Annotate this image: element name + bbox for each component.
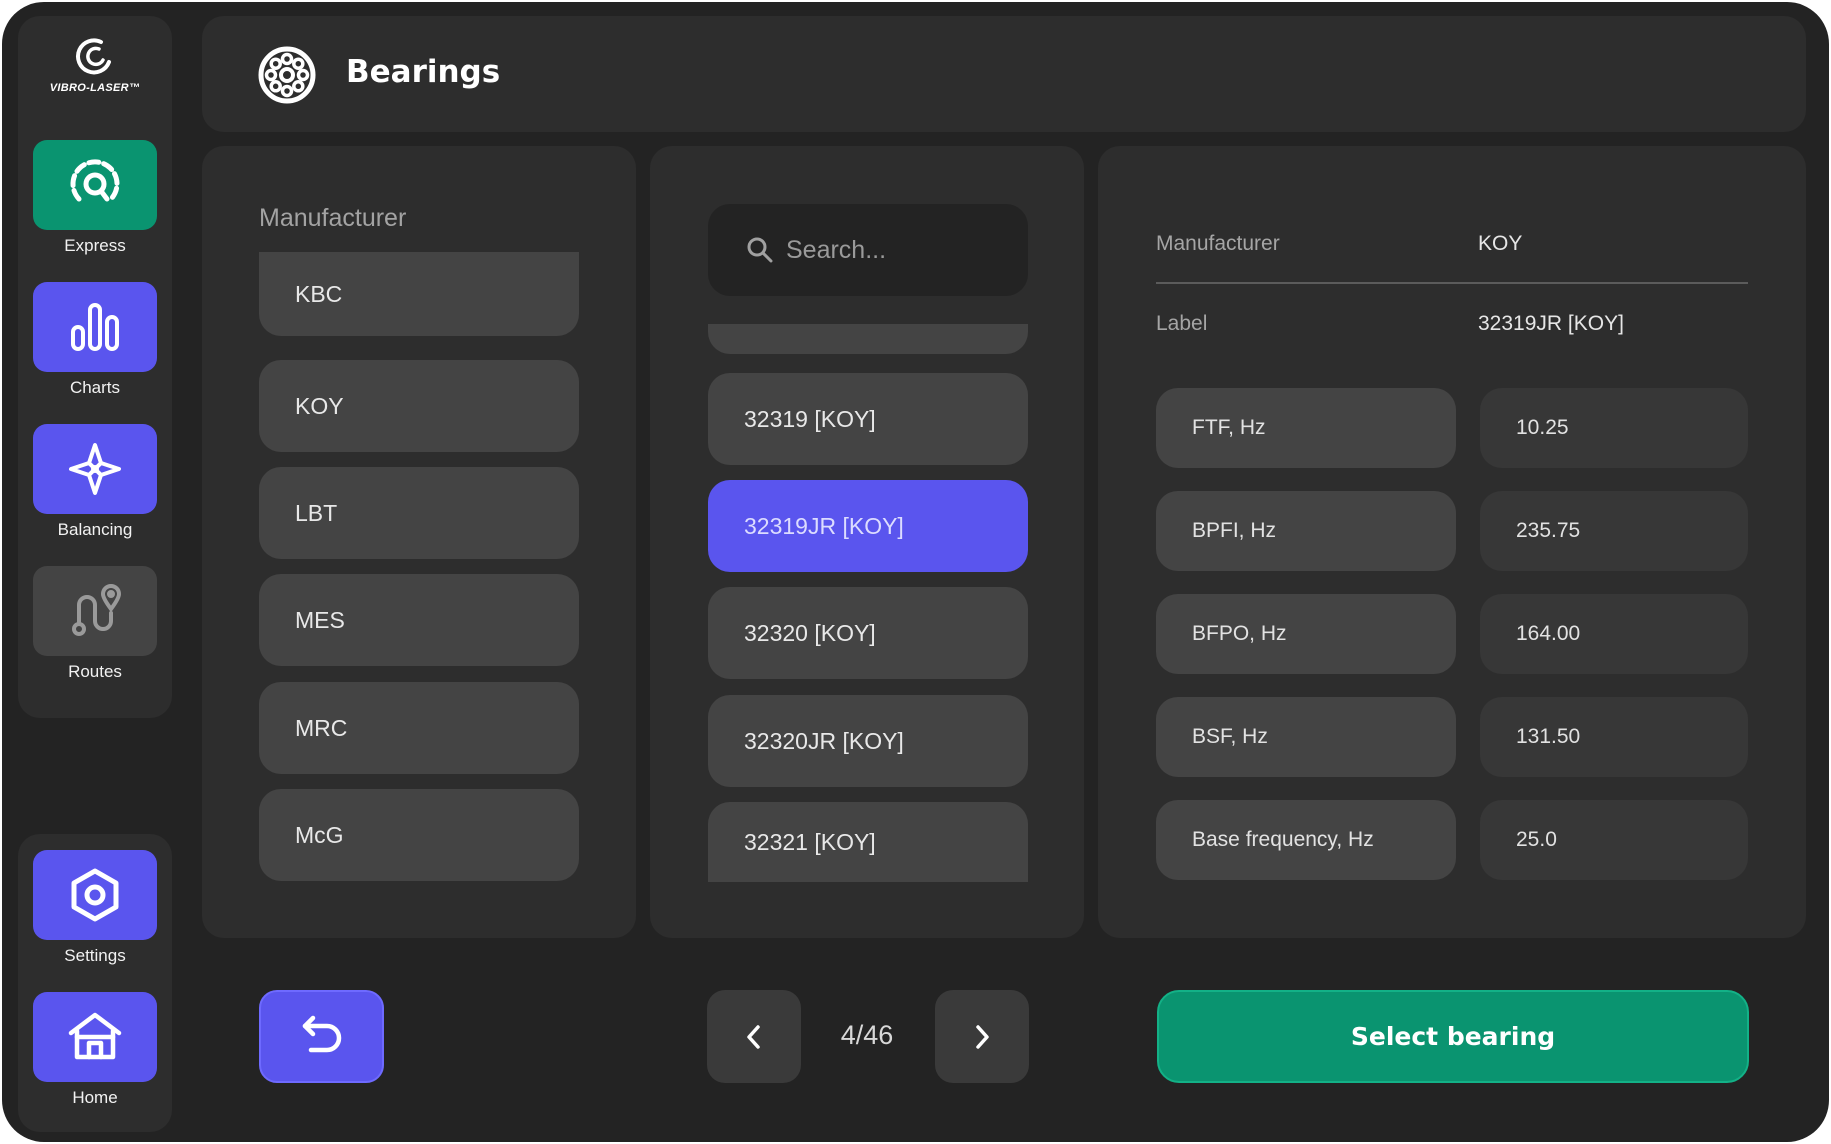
routes-button[interactable] <box>33 566 157 656</box>
param-bfpo-value: 164.00 <box>1480 594 1748 674</box>
bearing-list-panel: 32319 [KOY] 32319JR [KOY] 32320 [KOY] 32… <box>650 146 1084 938</box>
charts-button[interactable] <box>33 282 157 372</box>
nav-express[interactable]: Express <box>18 140 172 256</box>
nav-label: Routes <box>68 662 122 681</box>
divider <box>1156 282 1748 284</box>
gauge-search-icon <box>70 159 120 202</box>
balancing-icon <box>69 443 121 495</box>
bearing-item[interactable]: 32321 [KOY] <box>708 802 1028 882</box>
app-window: VIBRO-LASER™ Express Charts Balancing Ro… <box>2 2 1829 1142</box>
manufacturer-item-lbt[interactable]: LBT <box>259 467 579 559</box>
manufacturer-label: Manufacturer <box>1156 232 1280 255</box>
param-ftf-label: FTF, Hz <box>1156 388 1456 468</box>
manufacturer-heading: Manufacturer <box>259 204 407 232</box>
chevron-left-icon <box>747 1024 760 1049</box>
route-icon <box>72 584 122 636</box>
nav-label: Balancing <box>57 520 133 539</box>
brand-name: VIBRO-LASER™ <box>49 82 141 94</box>
page-header: Bearings <box>202 16 1806 132</box>
manufacturer-panel: Manufacturer KBC KOY LBT MES MRC McG <box>202 146 636 938</box>
chevron-right-icon <box>976 1024 989 1049</box>
search-input[interactable] <box>786 235 1006 265</box>
express-button[interactable] <box>33 140 157 230</box>
settings-hex-icon <box>71 868 119 922</box>
search-box[interactable] <box>708 204 1028 296</box>
param-bsf-label: BSF, Hz <box>1156 697 1456 777</box>
sidebar-main: VIBRO-LASER™ Express Charts Balancing Ro… <box>18 16 172 718</box>
select-bearing-button[interactable]: Select bearing <box>1157 990 1749 1083</box>
bearing-item[interactable]: 32319 [KOY] <box>708 373 1028 465</box>
home-button[interactable] <box>33 992 157 1082</box>
list-item-partial[interactable] <box>708 324 1028 354</box>
nav-home[interactable]: Home <box>18 992 172 1108</box>
brand-logo: VIBRO-LASER™ <box>18 36 172 126</box>
param-bpfi-value: 235.75 <box>1480 491 1748 571</box>
next-page-button[interactable] <box>935 990 1029 1083</box>
bar-chart-icon <box>71 303 119 351</box>
param-base-frequency-value: 25.0 <box>1480 800 1748 880</box>
param-base-frequency-label: Base frequency, Hz <box>1156 800 1456 880</box>
bearing-item-selected[interactable]: 32319JR [KOY] <box>708 480 1028 572</box>
manufacturer-item-mcg[interactable]: McG <box>259 789 579 881</box>
sidebar-bottom: Settings Home <box>18 834 172 1132</box>
label-value: 32319JR [KOY] <box>1478 312 1624 335</box>
param-bpfi-label: BPFI, Hz <box>1156 491 1456 571</box>
undo-arrow-icon <box>302 1015 341 1052</box>
balancing-button[interactable] <box>33 424 157 514</box>
details-panel: Manufacturer KOY Label 32319JR [KOY] FTF… <box>1098 146 1806 938</box>
label-label: Label <box>1156 312 1208 335</box>
home-icon <box>68 1012 122 1060</box>
param-bfpo-label: BFPO, Hz <box>1156 594 1456 674</box>
param-ftf-value: 10.25 <box>1480 388 1748 468</box>
nav-label: Express <box>64 236 126 255</box>
manufacturer-value: KOY <box>1478 232 1523 255</box>
bearing-item[interactable]: 32320JR [KOY] <box>708 695 1028 787</box>
manufacturer-item-mes[interactable]: MES <box>259 574 579 666</box>
manufacturer-item-kbc[interactable]: KBC <box>259 252 579 336</box>
nav-label: Home <box>72 1088 118 1107</box>
nav-routes[interactable]: Routes <box>18 566 172 682</box>
nav-balancing[interactable]: Balancing <box>18 424 172 540</box>
back-button[interactable] <box>259 990 384 1083</box>
vibro-laser-logo-icon <box>76 38 111 75</box>
page-indicator: 4/46 <box>840 1020 894 1050</box>
nav-charts[interactable]: Charts <box>18 282 172 398</box>
nav-label: Settings <box>64 946 126 965</box>
page-title: Bearings <box>346 54 501 90</box>
bearing-icon <box>258 46 316 104</box>
settings-button[interactable] <box>33 850 157 940</box>
nav-label: Charts <box>69 378 121 397</box>
bearing-item[interactable]: 32320 [KOY] <box>708 587 1028 679</box>
param-bsf-value: 131.50 <box>1480 697 1748 777</box>
search-icon <box>747 237 773 263</box>
manufacturer-item-koy[interactable]: KOY <box>259 360 579 452</box>
nav-settings[interactable]: Settings <box>18 850 172 966</box>
manufacturer-item-mrc[interactable]: MRC <box>259 682 579 774</box>
